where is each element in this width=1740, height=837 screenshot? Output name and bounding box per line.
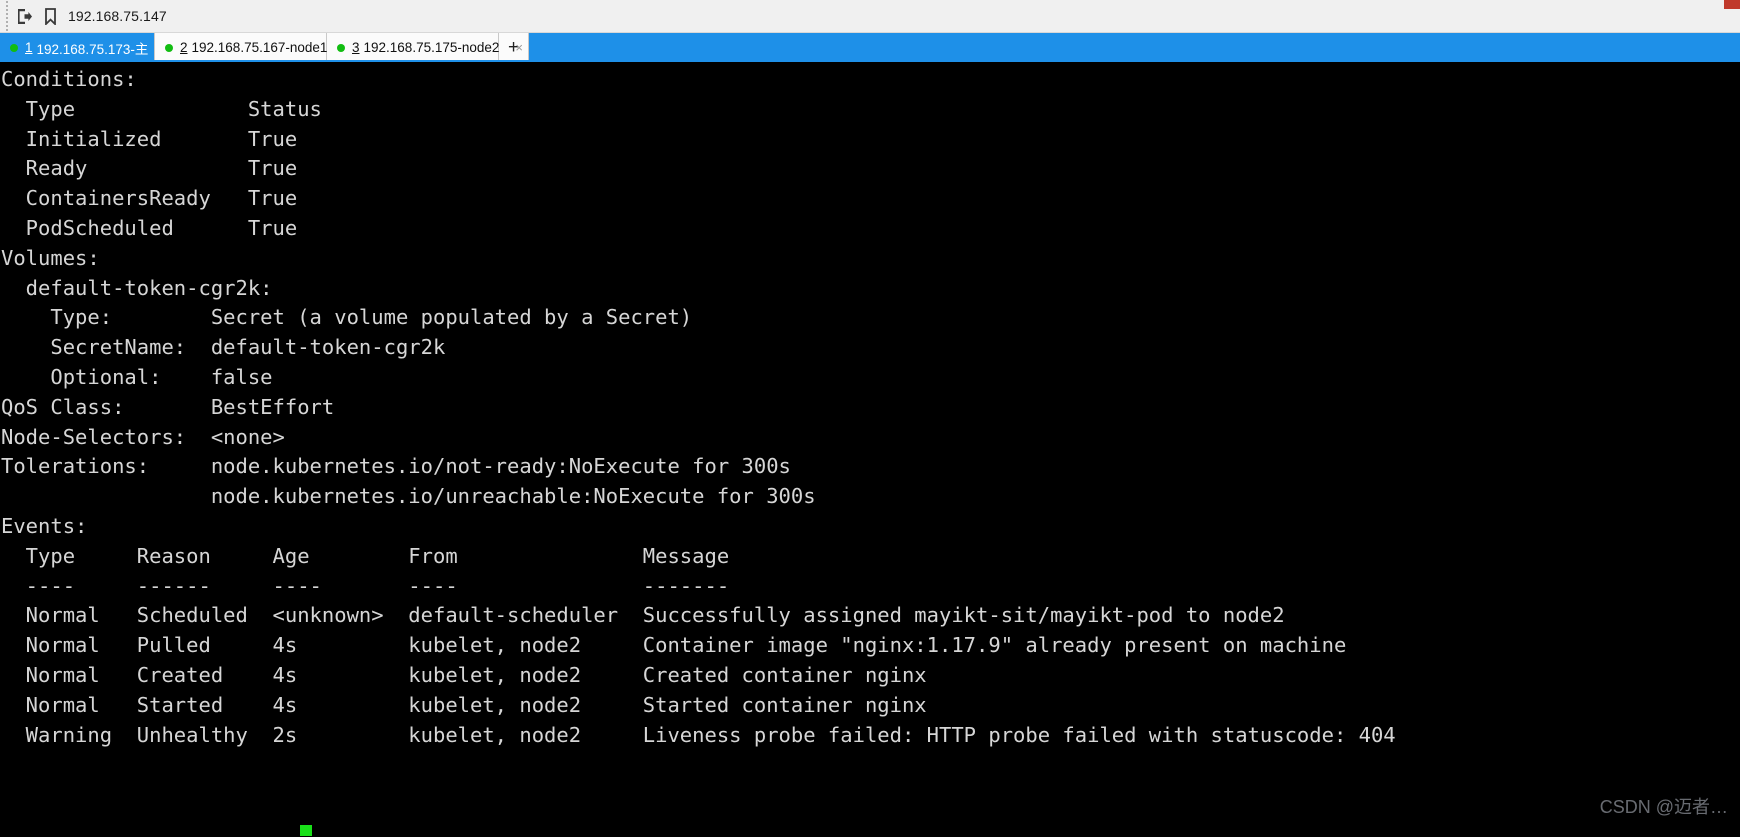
terminal-line: Normal Created 4s kubelet, node2 Created… [1,662,927,687]
terminal-line: Type: Secret (a volume populated by a Se… [1,305,693,330]
tab-strip-filler [529,33,1740,62]
tab-192-168-75-175-node2[interactable]: 3 192.168.75.175-node2 × [327,33,523,62]
bookmark-icon[interactable] [38,4,62,28]
terminal-line: Conditions: [1,67,137,91]
tab-index: 3 [352,40,360,55]
tab-strip: 1 192.168.75.173-主 × 2 192.168.75.167-no… [0,33,1740,62]
tab-index: 2 [180,40,188,55]
terminal-line: PodScheduled True [1,215,310,240]
address-label: 192.168.75.147 [68,8,167,24]
terminal-line: Tolerations: node.kubernetes.io/not-read… [1,454,791,479]
terminal-line: Type Reason Age From Message [1,543,730,568]
terminal-line: Normal Scheduled <unknown> default-sched… [1,603,1285,628]
tab-label: 192.168.75.175-node2 [363,40,500,55]
terminal-line: Events: [1,513,88,538]
terminal-line: Normal Pulled 4s kubelet, node2 Containe… [1,633,1347,658]
connection-status-dot [337,43,345,52]
tab-192-168-75-167-node1[interactable]: 2 192.168.75.167-node1 × [155,33,351,62]
tab-close-icon[interactable]: × [511,41,523,54]
terminal-line: Optional: false [1,364,273,389]
toolbar: 192.168.75.147 [0,0,1740,33]
terminal-line: Initialized True [1,126,310,151]
export-icon[interactable] [12,4,36,28]
terminal-cursor [300,825,312,836]
tab-192-168-75-173[interactable]: 1 192.168.75.173-主 × [0,33,172,62]
terminal-line: Ready True [1,156,310,181]
terminal-line: ContainersReady True [1,186,310,211]
connection-status-dot [10,43,18,52]
terminal-line: SecretName: default-token-cgr2k [1,335,446,360]
tab-label: 192.168.75.173-主 [36,41,149,57]
terminal-line: Warning Unhealthy 2s kubelet, node2 Live… [1,722,1396,747]
terminal-line: Normal Started 4s kubelet, node2 Started… [1,692,927,717]
terminal-line: Node-Selectors: <none> [1,424,285,449]
window-corner-marker [1724,0,1740,9]
terminal-line: default-token-cgr2k: [1,275,273,300]
terminal-line: ---- ------ ---- ---- ------- [1,573,730,598]
toolbar-drag-grip[interactable] [0,0,10,33]
terminal-line: QoS Class: BestEffort [1,394,335,419]
terminal-line: Type Status [1,96,322,121]
connection-status-dot [165,43,173,52]
terminal-line: node.kubernetes.io/unreachable:NoExecute… [1,484,816,509]
tab-label: 192.168.75.167-node1 [191,40,328,55]
terminal-output[interactable]: Conditions: Type Status Initialized True… [0,62,1740,837]
terminal-line: Volumes: [1,245,100,270]
tab-index: 1 [25,40,33,55]
remote-terminal-window: 192.168.75.147 1 192.168.75.173-主 × 2 19… [0,0,1740,837]
